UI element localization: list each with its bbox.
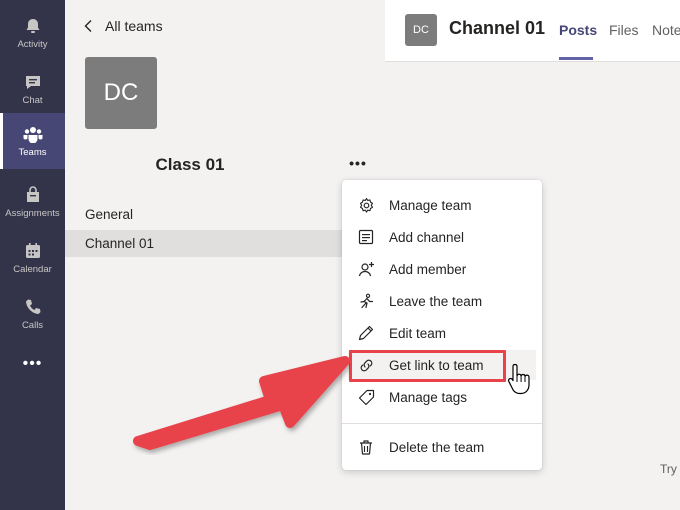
menu-item-get-link[interactable]: Get link to team (348, 350, 536, 380)
menu-item-label: Edit team (389, 325, 447, 341)
team-context-menu: Manage team Add channel Add member Leave… (342, 180, 542, 470)
menu-item-add-member[interactable]: Add member (348, 254, 536, 284)
rail-item-activity[interactable]: Activity (0, 5, 65, 61)
menu-item-label: Manage tags (389, 389, 468, 405)
trash-icon (357, 438, 375, 456)
rail-item-calls[interactable]: Calls (0, 286, 65, 342)
phone-icon (23, 297, 43, 317)
back-to-all-teams-link[interactable]: All teams (83, 18, 163, 34)
rail-label: Teams (18, 147, 47, 158)
rail-item-assignments[interactable]: Assignments (0, 174, 65, 230)
compose-hint-text: Try (660, 462, 677, 476)
menu-divider (342, 423, 542, 424)
tab-notes[interactable]: Note (652, 22, 680, 38)
rail-item-teams[interactable]: Teams (0, 113, 65, 169)
app-rail: Activity Chat Teams Assignments Calendar… (0, 0, 65, 510)
link-icon (357, 356, 375, 374)
bell-icon (23, 16, 43, 36)
team-panel: All teams DC Class 01 ••• General Channe… (65, 0, 385, 510)
leave-icon (357, 292, 375, 310)
rail-label: Calendar (13, 264, 52, 275)
calendar-icon (23, 241, 43, 261)
menu-item-label: Manage team (389, 197, 472, 213)
active-tab-indicator (559, 57, 593, 60)
tab-files[interactable]: Files (609, 22, 639, 38)
team-name: Class 01 (155, 155, 225, 174)
tag-icon (357, 388, 375, 406)
team-more-options-button[interactable]: ••• (347, 152, 369, 174)
tab-posts[interactable]: Posts (559, 22, 597, 38)
pencil-icon (357, 324, 375, 342)
menu-item-delete-team[interactable]: Delete the team (348, 432, 536, 462)
menu-item-leave-team[interactable]: Leave the team (348, 286, 536, 316)
menu-item-label: Add channel (389, 229, 465, 245)
add-member-icon (357, 260, 375, 278)
teams-icon (23, 124, 43, 144)
channel-item-channel-01[interactable]: Channel 01 (65, 230, 385, 257)
channel-title: Channel 01 (449, 18, 546, 38)
chat-icon (23, 72, 43, 92)
menu-item-manage-tags[interactable]: Manage tags (348, 382, 536, 412)
menu-item-label: Add member (389, 261, 467, 277)
rail-label: Calls (21, 320, 44, 331)
menu-item-add-channel[interactable]: Add channel (348, 222, 536, 252)
rail-label: Activity (17, 39, 48, 50)
rail-item-chat[interactable]: Chat (0, 61, 65, 117)
gear-icon (357, 196, 375, 214)
rail-item-calendar[interactable]: Calendar (0, 230, 65, 286)
channel-item-general[interactable]: General (65, 201, 385, 228)
assignments-icon (23, 185, 43, 205)
menu-item-label: Get link to team (389, 357, 484, 373)
menu-item-edit-team[interactable]: Edit team (348, 318, 536, 348)
channel-avatar: DC (405, 14, 437, 46)
team-avatar: DC (85, 57, 157, 129)
rail-label: Chat (22, 95, 43, 106)
add-channel-icon (357, 228, 375, 246)
more-apps-button[interactable]: ••• (0, 350, 65, 378)
menu-item-manage-team[interactable]: Manage team (348, 190, 536, 220)
back-label: All teams (105, 18, 163, 34)
menu-item-label: Leave the team (389, 293, 483, 309)
menu-item-label: Delete the team (389, 439, 485, 455)
chevron-left-icon (84, 20, 92, 32)
channel-header: DC Channel 01 Posts Files Note (385, 0, 680, 62)
rail-label: Assignments (5, 208, 60, 219)
